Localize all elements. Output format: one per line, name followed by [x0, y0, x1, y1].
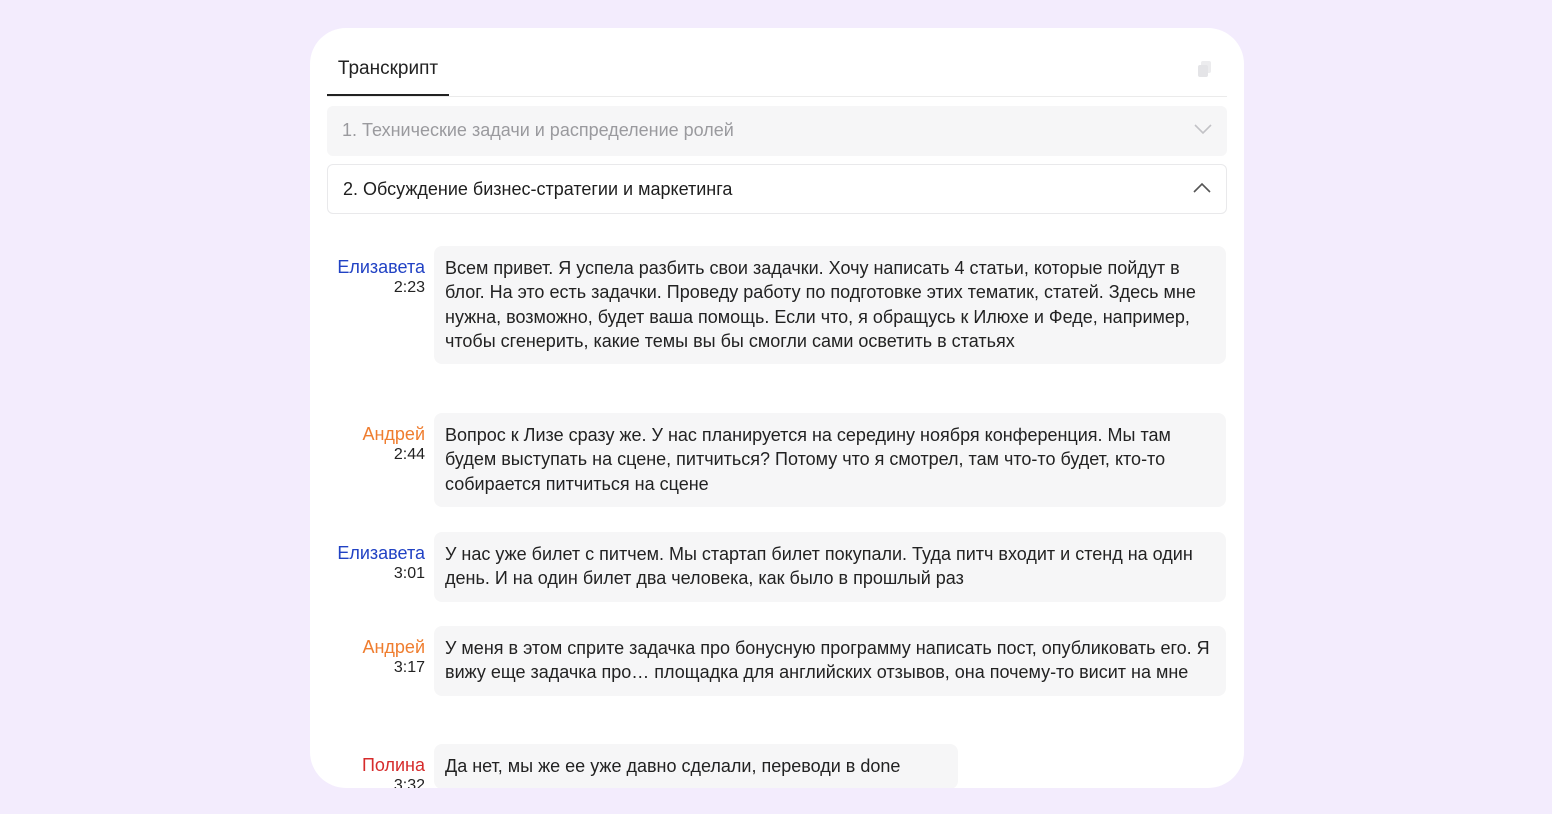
section-1-header[interactable]: 1. Технические задачи и распределение ро… — [327, 106, 1227, 156]
message-bubble: У меня в этом сприте задачка про бонусну… — [434, 626, 1226, 696]
tab-bar: Транскрипт — [327, 28, 1227, 97]
active-tab-indicator — [327, 94, 449, 96]
section-2-title: 2. Обсуждение бизнес-стратегии и маркети… — [343, 179, 733, 199]
message-meta: Полина 3:32 — [310, 754, 425, 788]
copy-icon[interactable] — [1197, 60, 1213, 78]
section-1-title: 1. Технические задачи и распределение ро… — [342, 120, 734, 140]
message-meta: Андрей 3:17 — [310, 636, 425, 678]
message-meta: Елизавета 3:01 — [310, 542, 425, 584]
message-bubble: У нас уже билет с питчем. Мы стартап бил… — [434, 532, 1226, 602]
message-bubble: Да нет, мы же ее уже давно сделали, пере… — [434, 744, 958, 788]
speaker-name: Елизавета — [337, 543, 425, 563]
chevron-down-icon — [1194, 124, 1212, 135]
speaker-name: Полина — [361, 755, 425, 775]
section-2-header[interactable]: 2. Обсуждение бизнес-стратегии и маркети… — [327, 164, 1227, 214]
tab-transcript-label: Транскрипт — [337, 58, 439, 79]
message-bubble: Вопрос к Лизе сразу же. У нас планируетс… — [434, 413, 1226, 507]
transcript-card: Транскрипт 1. Технические задачи и распр… — [310, 28, 1244, 788]
chevron-up-icon — [1193, 182, 1211, 193]
message-meta: Елизавета 2:23 — [310, 256, 425, 298]
message-timestamp[interactable]: 2:44 — [310, 445, 425, 465]
speaker-name: Андрей — [362, 424, 425, 444]
message-timestamp[interactable]: 3:01 — [310, 564, 425, 584]
message-timestamp[interactable]: 3:32 — [310, 776, 425, 788]
message-bubble: Всем привет. Я успела разбить свои задач… — [434, 246, 1226, 365]
message-timestamp[interactable]: 2:23 — [310, 278, 425, 298]
speaker-name: Андрей — [362, 637, 425, 657]
speaker-name: Елизавета — [337, 257, 425, 277]
tab-transcript[interactable]: Транскрипт — [327, 58, 449, 96]
message-meta: Андрей 2:44 — [310, 423, 425, 465]
message-timestamp[interactable]: 3:17 — [310, 658, 425, 678]
